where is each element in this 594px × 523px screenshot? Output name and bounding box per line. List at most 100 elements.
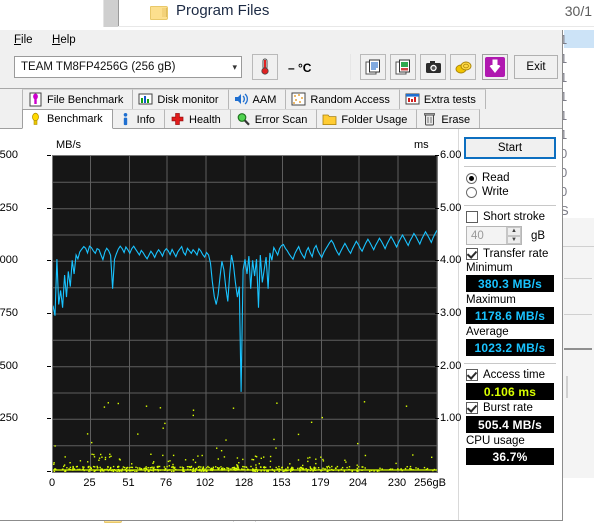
chart-ytick-mark (47, 155, 51, 156)
minimum-value: 380.3 MB/s (466, 275, 554, 292)
radio-write[interactable]: Write (466, 186, 558, 198)
copy-text-icon[interactable] (360, 54, 386, 80)
tab-label: Extra tests (423, 93, 476, 106)
chart-ytick-mark (47, 471, 51, 472)
disk-monitor-icon (138, 92, 153, 107)
exit-button[interactable]: Exit (514, 55, 558, 79)
extra-tests-icon (405, 92, 420, 107)
short-stroke-unit: gB (531, 229, 546, 242)
folder-icon (150, 4, 168, 20)
chart-y2tick: 2.00 (440, 359, 462, 372)
health-icon (170, 112, 185, 127)
short-stroke-stepper[interactable]: 40 ▲ ▼ (466, 226, 522, 245)
transfer-rate-label: Transfer rate (483, 248, 549, 260)
chart-y2tick-mark (435, 365, 439, 367)
chart-xtick: 230 (387, 477, 407, 489)
coins-icon[interactable] (450, 54, 476, 80)
chart-xtick: 76 (159, 477, 173, 489)
screenshot-icon[interactable] (420, 54, 446, 80)
chart-y2tick: 5.00 (440, 201, 462, 214)
toolbar: TEAM TM8FP4256G (256 gB) ▾ – °C Exit (0, 50, 562, 89)
chart-y2tick-mark (435, 313, 439, 314)
tab-row-upper: File Benchmark Disk monitor AAM Random A… (22, 89, 486, 109)
tab-erase[interactable]: Erase (416, 109, 481, 129)
chart-xtick: 179 (311, 477, 330, 489)
chart-canvas (52, 156, 438, 473)
menu-file[interactable]: FFileile (10, 33, 37, 47)
tab-health[interactable]: Health (164, 109, 231, 129)
tab-disk-monitor[interactable]: Disk monitor (132, 89, 229, 109)
tab-label: Health (189, 113, 221, 126)
tab-label: Benchmark (47, 113, 103, 125)
minimum-label: Minimum (466, 262, 513, 274)
radio-read-indicator (466, 172, 477, 184)
background-date-cell: 0 (560, 165, 568, 180)
chart-y2tick: 3.00 (440, 307, 462, 319)
background-date-cell: 1 (560, 51, 568, 66)
chart-y2tick-mark (435, 418, 439, 420)
background-side-panel (562, 218, 594, 478)
chart-plot-area (52, 155, 438, 473)
radio-write-indicator (466, 186, 477, 198)
temperature-button[interactable] (252, 54, 278, 80)
background-folder-row[interactable]: Program Files (150, 2, 269, 20)
tab-label: Erase (441, 113, 471, 126)
chart-y2tick-mark (435, 260, 439, 262)
checkbox-burst-rate[interactable]: Burst rate (466, 402, 558, 414)
copy-image-icon[interactable] (390, 54, 416, 80)
tab-extra-tests[interactable]: Extra tests (398, 89, 486, 109)
stepper-up-icon[interactable]: ▲ (507, 227, 521, 236)
panel-divider (458, 129, 459, 520)
chevron-down-icon: ▾ (232, 61, 237, 72)
background-date-cell: 1 (560, 70, 568, 85)
chart-y2tick: 1.00 (440, 412, 462, 425)
erase-icon (422, 112, 437, 127)
chart-xtick: 25 (83, 477, 96, 489)
menu-help[interactable]: Help (48, 33, 80, 47)
file-benchmark-icon (28, 92, 43, 107)
divider (464, 363, 556, 364)
radio-write-label: Write (482, 186, 509, 198)
radio-read[interactable]: Read (466, 172, 558, 184)
background-divider-2 (118, 0, 119, 27)
chart-xtick: 153 (272, 477, 291, 489)
tab-file-benchmark[interactable]: File Benchmark (22, 89, 134, 109)
maximum-value: 1178.6 MB/s (466, 307, 554, 324)
benchmark-content: MB/s ms 2505007501000125015001.002.003.0… (0, 129, 562, 520)
chart-y2tick-mark (435, 155, 439, 156)
start-button[interactable]: Start (464, 137, 556, 159)
chart-xtick: 102 (195, 477, 215, 489)
background-scroll-strip (104, 0, 118, 27)
chart-y2tick: 4.00 (440, 254, 462, 267)
drive-select-value: TEAM TM8FP4256G (256 gB) (21, 61, 176, 73)
tab-error-scan[interactable]: Error Scan (229, 109, 318, 129)
tab-bar: File Benchmark Disk monitor AAM Random A… (0, 88, 562, 130)
short-stroke-value: 40 (471, 229, 484, 242)
menu-bar: FFileile Help (0, 30, 562, 50)
stepper-buttons[interactable]: ▲ ▼ (506, 227, 521, 244)
checkbox-access-time[interactable]: Access time (466, 369, 558, 381)
tab-label: Disk monitor (157, 93, 219, 106)
download-icon[interactable] (482, 54, 508, 80)
cpu-usage-label: CPU usage (466, 435, 525, 447)
background-date-text: 30/1 (564, 3, 592, 19)
chart-ytick-mark (47, 365, 51, 367)
tab-label: Folder Usage (341, 113, 408, 126)
stepper-down-icon[interactable]: ▼ (507, 235, 521, 244)
short-stroke-size-row: 40 ▲ ▼ gB (466, 226, 558, 245)
tab-random-access[interactable]: Random Access (285, 89, 400, 109)
drive-select[interactable]: TEAM TM8FP4256G (256 gB) ▾ (14, 56, 242, 78)
temperature-value: – °C (288, 61, 312, 75)
chart-ytick: 250 (0, 412, 18, 425)
checkbox-short-stroke[interactable]: Short stroke (466, 211, 558, 223)
tab-benchmark[interactable]: Benchmark (22, 109, 113, 129)
tab-info[interactable]: Info (111, 109, 165, 129)
tab-label: Error Scan (254, 113, 308, 126)
checkbox-transfer-rate[interactable]: Transfer rate (466, 248, 558, 260)
chart-ylabel: MB/s (56, 139, 82, 151)
chart-ytick-mark (47, 418, 51, 420)
tab-folder-usage[interactable]: Folder Usage (316, 109, 418, 129)
access-time-checkbox (466, 369, 478, 381)
chart-ytick-mark (47, 207, 51, 209)
tab-aam[interactable]: AAM (227, 89, 287, 109)
